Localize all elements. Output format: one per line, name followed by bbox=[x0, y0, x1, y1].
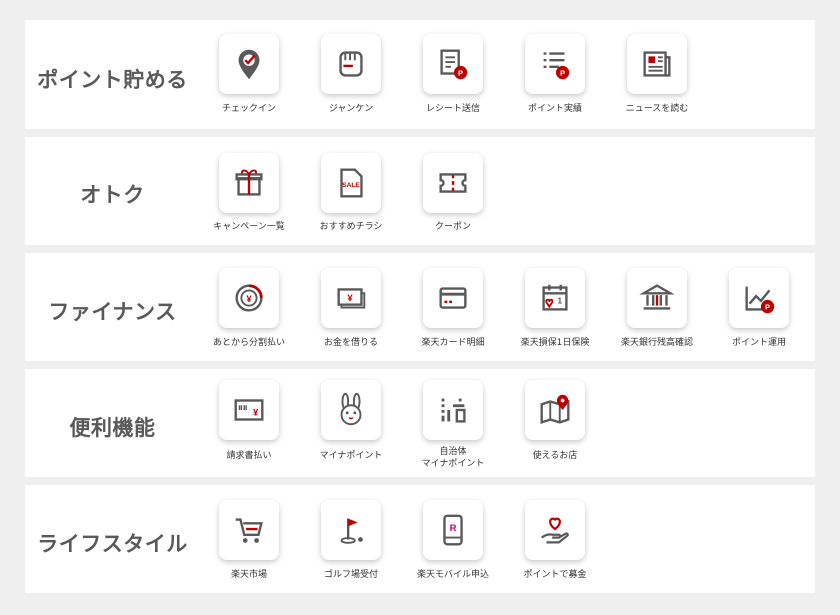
menu-item-label: ポイントで募金 bbox=[523, 570, 587, 580]
section-finance: ファイナンス ¥ あとから分割払い ¥ お金を借りる 楽天カード明細 1 楽天損… bbox=[25, 253, 815, 361]
credit-card-icon bbox=[423, 268, 483, 328]
menu-item-label: マイナポイント bbox=[319, 451, 383, 461]
menu-item-municipality[interactable]: 自治体 マイナポイント bbox=[402, 369, 504, 477]
svg-text:P: P bbox=[560, 68, 565, 77]
point-history-icon: P bbox=[525, 34, 585, 94]
menu-item-checkin[interactable]: チェックイン bbox=[198, 20, 300, 129]
menu-item-label: クーポン bbox=[434, 222, 471, 232]
section-title: オトク bbox=[80, 183, 145, 207]
menu-item-label: おすすめチラシ bbox=[319, 222, 383, 232]
calendar-heart-icon: 1 bbox=[525, 268, 585, 328]
menu-item-card-statement[interactable]: 楽天カード明細 bbox=[402, 253, 504, 361]
borrow-money-icon: ¥ bbox=[321, 268, 381, 328]
menu-item-point-history[interactable]: P ポイント実績 bbox=[504, 20, 606, 129]
menu-item-label: お金を借りる bbox=[323, 338, 378, 348]
menu-item-point-investment[interactable]: P ポイント運用 bbox=[708, 253, 810, 361]
menu-item-borrow[interactable]: ¥ お金を借りる bbox=[300, 253, 402, 361]
section-title: ポイント貯める bbox=[37, 68, 188, 92]
menu-item-janken[interactable]: ジャンケン bbox=[300, 20, 402, 129]
menu-item-label: キャンペーン一覧 bbox=[213, 222, 285, 232]
gift-icon bbox=[219, 153, 279, 213]
menu-item-label: 楽天カード明細 bbox=[421, 338, 485, 348]
menu-item-label: レシート送信 bbox=[425, 104, 480, 114]
menu-item-ichiba[interactable]: 楽天市場 bbox=[198, 485, 300, 593]
store-map-icon bbox=[525, 380, 585, 440]
yen-text: ¥ bbox=[253, 408, 259, 419]
yen-circle-icon: ¥ bbox=[219, 268, 279, 328]
menu-item-label: ゴルフ場受付 bbox=[323, 570, 378, 580]
menu-item-bill-payment[interactable]: ¥ 請求書払い bbox=[198, 369, 300, 477]
sale-text: SALE bbox=[342, 182, 360, 189]
section-title: 便利機能 bbox=[69, 416, 156, 440]
menu-item-label: ポイント実績 bbox=[527, 104, 582, 114]
receipt-point-icon: P bbox=[423, 34, 483, 94]
menu-item-stores[interactable]: 使えるお店 bbox=[504, 369, 606, 477]
section-title: ライフスタイル bbox=[37, 532, 188, 556]
menu-item-golf[interactable]: ゴルフ場受付 bbox=[300, 485, 402, 593]
menu-item-news[interactable]: ニュースを読む bbox=[606, 20, 708, 129]
menu-item-label: あとから分割払い bbox=[212, 338, 285, 348]
checkin-pin-icon bbox=[219, 34, 279, 94]
donation-heart-icon bbox=[525, 500, 585, 560]
menu-item-label: 楽天市場 bbox=[230, 570, 267, 580]
menu-item-flyer[interactable]: SALE おすすめチラシ bbox=[300, 137, 402, 245]
menu-item-mobile[interactable]: R 楽天モバイル申込 bbox=[402, 485, 504, 593]
section-point-earn: ポイント貯める チェックイン ジャンケン P レシート送信 P ポイント実績 ニ… bbox=[25, 20, 815, 129]
shopping-cart-icon bbox=[219, 500, 279, 560]
menu-item-label: ポイント運用 bbox=[731, 338, 786, 348]
menu-item-insurance[interactable]: 1 楽天損保1日保険 bbox=[504, 253, 606, 361]
janken-fist-icon bbox=[321, 34, 381, 94]
menu-item-installment[interactable]: ¥ あとから分割払い bbox=[198, 253, 300, 361]
menu-item-donation[interactable]: ポイントで募金 bbox=[504, 485, 606, 593]
section-lifestyle: ライフスタイル 楽天市場 ゴルフ場受付 R 楽天モバイル申込 ポイントで募金 bbox=[25, 485, 815, 593]
menu-item-label: ニュースを読む bbox=[625, 104, 689, 114]
bank-icon bbox=[627, 268, 687, 328]
sale-flyer-icon: SALE bbox=[321, 153, 381, 213]
day-text: 1 bbox=[557, 296, 562, 306]
svg-text:P: P bbox=[458, 68, 463, 77]
menu-item-label: 使えるお店 bbox=[532, 451, 578, 461]
section-convenience: 便利機能 ¥ 請求書払い マイナポイント 自治体 マイナポイント 使えるお店 bbox=[25, 369, 815, 477]
newspaper-icon bbox=[627, 34, 687, 94]
menu-item-label: 自治体 マイナポイント bbox=[421, 447, 485, 469]
menu-item-mynapoint[interactable]: マイナポイント bbox=[300, 369, 402, 477]
point-investment-icon: P bbox=[729, 268, 789, 328]
bill-payment-icon: ¥ bbox=[219, 380, 279, 440]
menu-item-bank-balance[interactable]: 楽天銀行残高確認 bbox=[606, 253, 708, 361]
yen-text: ¥ bbox=[246, 294, 252, 305]
section-otoku: オトク キャンペーン一覧 SALE おすすめチラシ クーポン bbox=[25, 137, 815, 245]
menu-item-label: 楽天モバイル申込 bbox=[416, 570, 489, 580]
menu-item-label: 楽天銀行残高確認 bbox=[620, 338, 693, 348]
municipality-icon bbox=[423, 380, 483, 440]
menu-item-label: 請求書払い bbox=[226, 451, 272, 461]
menu-item-coupon[interactable]: クーポン bbox=[402, 137, 504, 245]
mobile-phone-icon: R bbox=[423, 500, 483, 560]
menu-item-campaign[interactable]: キャンペーン一覧 bbox=[198, 137, 300, 245]
rakuten-r-text: R bbox=[450, 523, 457, 534]
rabbit-icon bbox=[321, 380, 381, 440]
menu-item-label: 楽天損保1日保険 bbox=[520, 338, 590, 348]
menu-item-label: ジャンケン bbox=[328, 104, 374, 114]
section-title: ファイナンス bbox=[48, 300, 177, 324]
golf-flag-icon bbox=[321, 500, 381, 560]
coupon-icon bbox=[423, 153, 483, 213]
menu-item-receipt[interactable]: P レシート送信 bbox=[402, 20, 504, 129]
menu-item-label: チェックイン bbox=[221, 104, 276, 114]
svg-text:P: P bbox=[765, 302, 770, 311]
yen-text: ¥ bbox=[347, 293, 353, 304]
